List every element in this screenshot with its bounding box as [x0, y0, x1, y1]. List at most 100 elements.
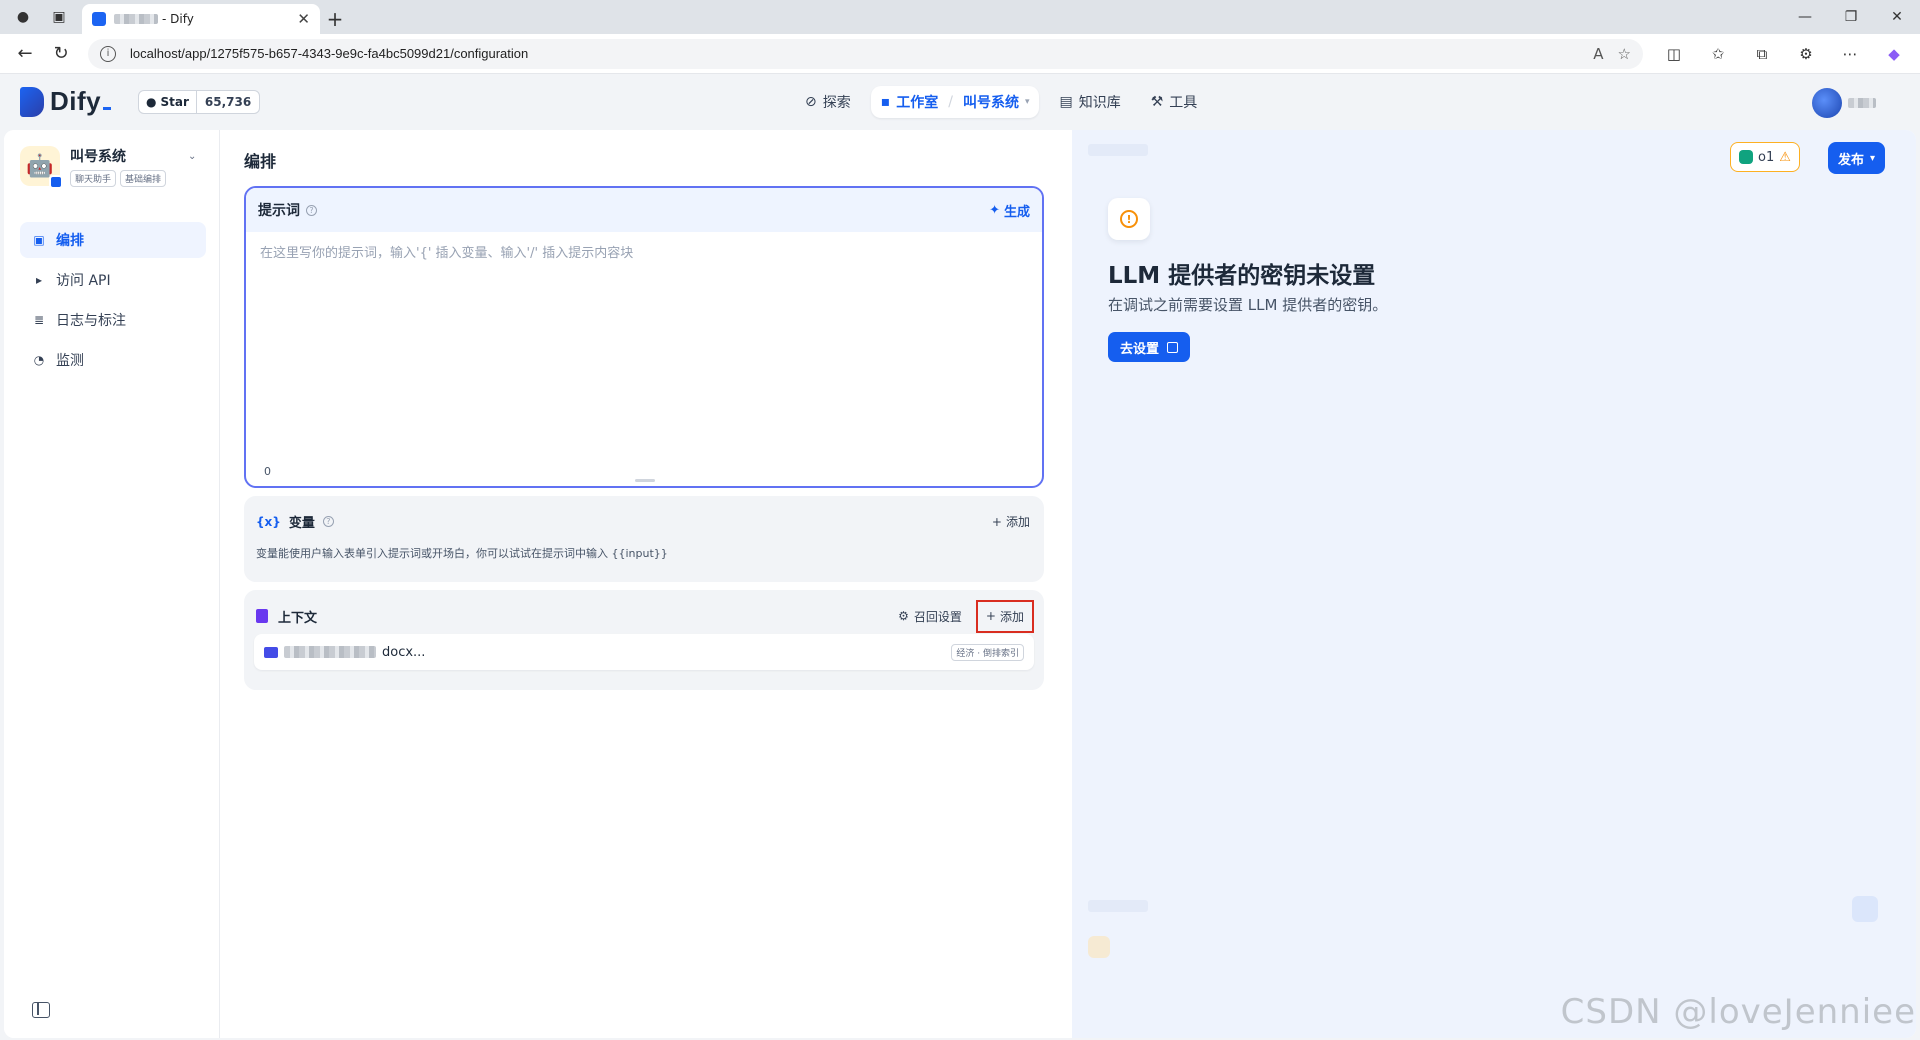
- more-menu-icon[interactable]: ⋯: [1835, 39, 1865, 69]
- browser-tabbar: ● ▣ - Dify ✕ + — ❐ ✕: [0, 0, 1920, 34]
- extensions-icon[interactable]: ⚙: [1791, 39, 1821, 69]
- minimize-icon[interactable]: —: [1782, 0, 1828, 34]
- restore-icon[interactable]: ❐: [1828, 0, 1874, 34]
- nav-studio[interactable]: ▪ 工作室 / 叫号系统 ▾: [870, 86, 1040, 118]
- collections-icon[interactable]: ⧉: [1747, 39, 1777, 69]
- chevron-down-icon: ▾: [1870, 152, 1876, 164]
- add-variable-label: 添加: [1005, 515, 1030, 529]
- hammer-icon: ⚒: [1150, 94, 1164, 110]
- app-name: 叫号系统: [70, 149, 126, 165]
- app-type-tag: 聊天助手: [70, 170, 117, 187]
- user-avatar[interactable]: [1812, 88, 1842, 118]
- generate-button[interactable]: ✦ 生成: [989, 201, 1030, 220]
- dataset-index-badge: 经济 · 倒排索引: [951, 643, 1024, 661]
- add-variable-button[interactable]: + 添加: [992, 513, 1030, 530]
- new-tab-button[interactable]: +: [320, 4, 350, 34]
- prompt-input[interactable]: 在这里写你的提示词，输入'{' 插入变量、输入'/' 插入提示内容块: [246, 232, 1042, 271]
- variables-section: {x} 变量? + 添加 变量能使用户输入表单引入提示词或开场白，你可以试试在提示词…: [244, 496, 1044, 582]
- settings-sliders-icon: ⚙: [898, 609, 909, 623]
- prompt-editor[interactable]: 提示词? ✦ 生成 在这里写你的提示词，输入'{' 插入变量、输入'/' 插入提示…: [244, 186, 1044, 488]
- publish-button[interactable]: 发布 ▾: [1828, 142, 1886, 174]
- openai-icon: [1739, 150, 1753, 164]
- faded-debug-title: [1088, 144, 1148, 156]
- app-robot-avatar-icon: 🤖: [20, 146, 63, 189]
- split-screen-icon[interactable]: ◫: [1659, 39, 1689, 69]
- site-info-icon[interactable]: i: [100, 45, 116, 62]
- add-context-button[interactable]: + 添加: [975, 599, 1034, 633]
- sidebar-item-monitoring[interactable]: ◔ 监测: [20, 342, 206, 378]
- file-list-icon: ≣: [33, 313, 45, 327]
- prompt-title: 提示词: [258, 203, 300, 219]
- app-info[interactable]: 🤖 叫号系统 ⌄ 聊天助手 基础编排: [20, 146, 206, 190]
- sidebar-nav: ▣ 编排 ▸ 访问 API ≣ 日志与标注 ◔ 监测: [20, 222, 206, 382]
- copilot-icon[interactable]: ◆: [1879, 39, 1909, 69]
- app-mode-tag: 基础编排: [120, 170, 167, 187]
- github-star-label: Star: [160, 95, 189, 109]
- dataset-item[interactable]: docx... 经济 · 倒排索引: [254, 634, 1034, 670]
- dashboard-icon: ◔: [33, 353, 45, 367]
- terminal-icon: ▸: [35, 273, 43, 287]
- debug-panel: ! LLM 提供者的密钥未设置 在调试之前需要设置 LLM 提供者的密钥。 去设…: [1072, 130, 1916, 1038]
- folder-icon: [264, 646, 278, 658]
- refresh-icon[interactable]: ↻: [44, 37, 78, 71]
- llm-warning-description: 在调试之前需要设置 LLM 提供者的密钥。: [1108, 296, 1388, 314]
- model-selector-button[interactable]: o1 ⚠: [1730, 142, 1800, 172]
- redacted-username[interactable]: [1848, 98, 1876, 108]
- llm-warning-title: LLM 提供者的密钥未设置: [1108, 263, 1376, 289]
- redacted-dataset-name: [284, 646, 376, 658]
- github-star-button[interactable]: ● Star 65,736: [138, 90, 261, 114]
- resize-handle[interactable]: [635, 479, 655, 482]
- tab-actions-icon[interactable]: ▣: [50, 8, 68, 26]
- nav-explore-label: 探索: [822, 95, 851, 111]
- dify-logo[interactable]: Dify: [20, 86, 111, 117]
- top-navigation: ⊘ 探索 ▪ 工作室 / 叫号系统 ▾ ▤ 知识库 ⚒ 工具: [795, 86, 1207, 118]
- external-link-icon: [1167, 341, 1179, 353]
- warning-card-icon: !: [1108, 198, 1150, 240]
- info-warning-icon: !: [1120, 210, 1138, 228]
- profile-icon[interactable]: ●: [14, 8, 32, 26]
- setup-label: 去设置: [1120, 341, 1160, 357]
- browser-tab[interactable]: - Dify ✕: [82, 4, 320, 34]
- favorite-star-icon[interactable]: ☆: [1618, 45, 1631, 63]
- nav-separator: /: [948, 94, 953, 110]
- nav-current-app[interactable]: 叫号系统: [963, 92, 1019, 112]
- recall-settings-button[interactable]: ⚙ 召回设置: [898, 608, 962, 625]
- document-icon: [256, 609, 268, 623]
- sidebar-item-api[interactable]: ▸ 访问 API: [20, 262, 206, 298]
- page-title: 编排: [244, 152, 277, 171]
- close-window-icon[interactable]: ✕: [1874, 0, 1920, 34]
- nav-tools[interactable]: ⚒ 工具: [1141, 86, 1208, 118]
- url-text[interactable]: localhost/app/1275f575-b657-4343-9e9c-fa…: [130, 46, 1579, 61]
- sidebar-item-label: 监测: [56, 353, 84, 369]
- config-panel: 编排 提示词? ✦ 生成 在这里写你的提示词，输入'{' 插入变量、输入'/' 插…: [220, 130, 1072, 1038]
- redacted-text: [114, 14, 158, 24]
- collapse-sidebar-icon[interactable]: [32, 1002, 50, 1018]
- compass-icon: ⊘: [805, 94, 817, 110]
- sidebar-item-orchestrate[interactable]: ▣ 编排: [20, 222, 206, 258]
- sidebar-item-label: 日志与标注: [56, 313, 126, 329]
- prompt-char-count: 0: [264, 465, 271, 478]
- browser-toolbar: ← ↻ i localhost/app/1275f575-b657-4343-9…: [0, 34, 1920, 74]
- model-label: o1: [1758, 149, 1775, 165]
- address-bar[interactable]: i localhost/app/1275f575-b657-4343-9e9c-…: [88, 38, 1643, 69]
- publish-label: 发布: [1838, 152, 1865, 168]
- help-icon[interactable]: ?: [306, 204, 317, 216]
- read-aloud-icon[interactable]: A: [1593, 45, 1603, 63]
- chevron-down-icon[interactable]: ⌄: [188, 151, 196, 162]
- back-icon[interactable]: ←: [8, 37, 42, 71]
- app-sidebar: 🤖 叫号系统 ⌄ 聊天助手 基础编排 ▣ 编排 ▸ 访问 API ≣ 日志与标注 ◔ 监测: [4, 130, 220, 1038]
- faded-chat-input: [1088, 900, 1148, 912]
- nav-explore[interactable]: ⊘ 探索: [795, 86, 861, 118]
- chevron-down-icon[interactable]: ▾: [1025, 97, 1030, 107]
- app-header: Dify ● Star 65,736 ⊘ 探索 ▪ 工作室 / 叫号系统 ▾ ▤ 知识…: [0, 74, 1920, 130]
- sidebar-item-logs[interactable]: ≣ 日志与标注: [20, 302, 206, 338]
- close-tab-icon[interactable]: ✕: [297, 10, 310, 28]
- favorites-icon[interactable]: ✩: [1703, 39, 1733, 69]
- help-icon[interactable]: ?: [322, 516, 334, 527]
- plus-icon: +: [985, 609, 996, 623]
- dataset-name: docx...: [382, 644, 426, 660]
- go-setup-button[interactable]: 去设置: [1108, 332, 1191, 362]
- nav-knowledge[interactable]: ▤ 知识库: [1049, 86, 1130, 118]
- nav-studio-label[interactable]: 工作室: [896, 92, 938, 112]
- context-section: 上下文 ⚙ 召回设置 + 添加 docx... 经济 · 倒排索引: [244, 590, 1044, 690]
